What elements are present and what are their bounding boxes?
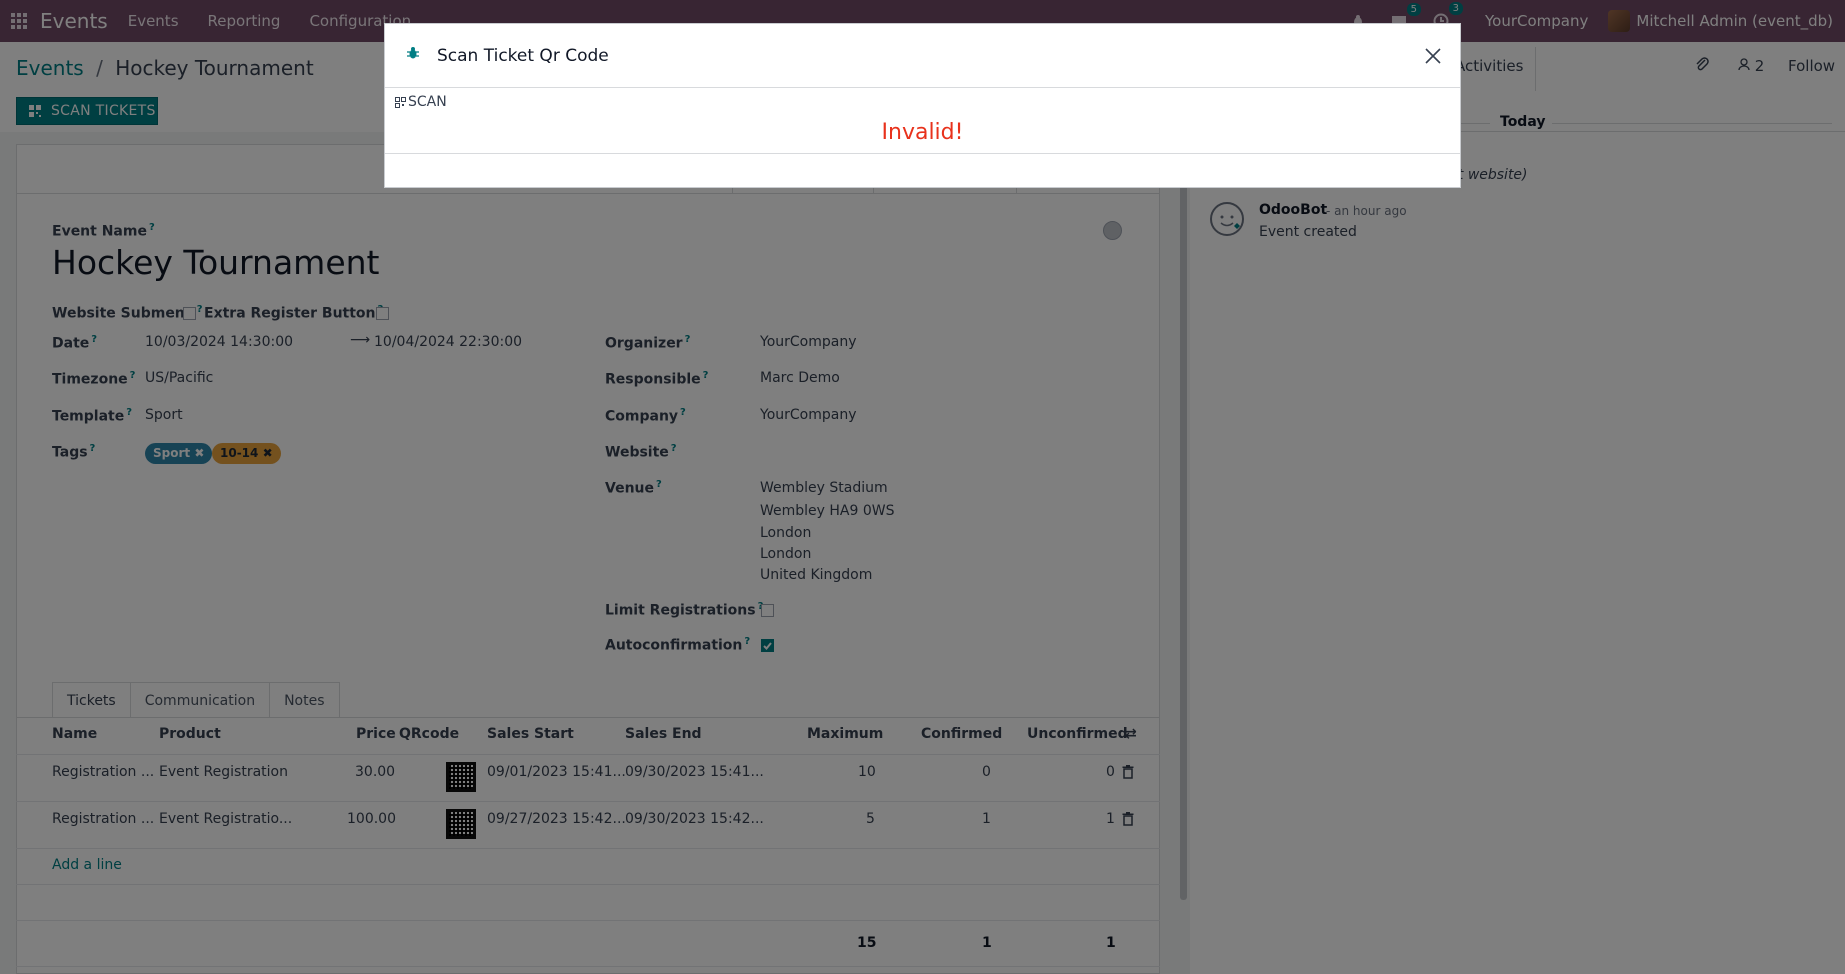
scan-qr-dialog: Scan Ticket Qr Code SCAN Invalid! bbox=[384, 23, 1461, 188]
scan-label: SCAN bbox=[408, 94, 447, 110]
bug-icon bbox=[407, 46, 419, 64]
dialog-footer-divider bbox=[385, 153, 1460, 154]
scan-result-message: Invalid! bbox=[881, 120, 964, 145]
scan-button[interactable]: SCAN bbox=[395, 94, 447, 110]
qrcode-icon bbox=[395, 96, 406, 108]
close-icon[interactable] bbox=[1425, 45, 1441, 69]
dialog-header: Scan Ticket Qr Code bbox=[385, 24, 1460, 88]
dialog-title: Scan Ticket Qr Code bbox=[437, 46, 609, 66]
